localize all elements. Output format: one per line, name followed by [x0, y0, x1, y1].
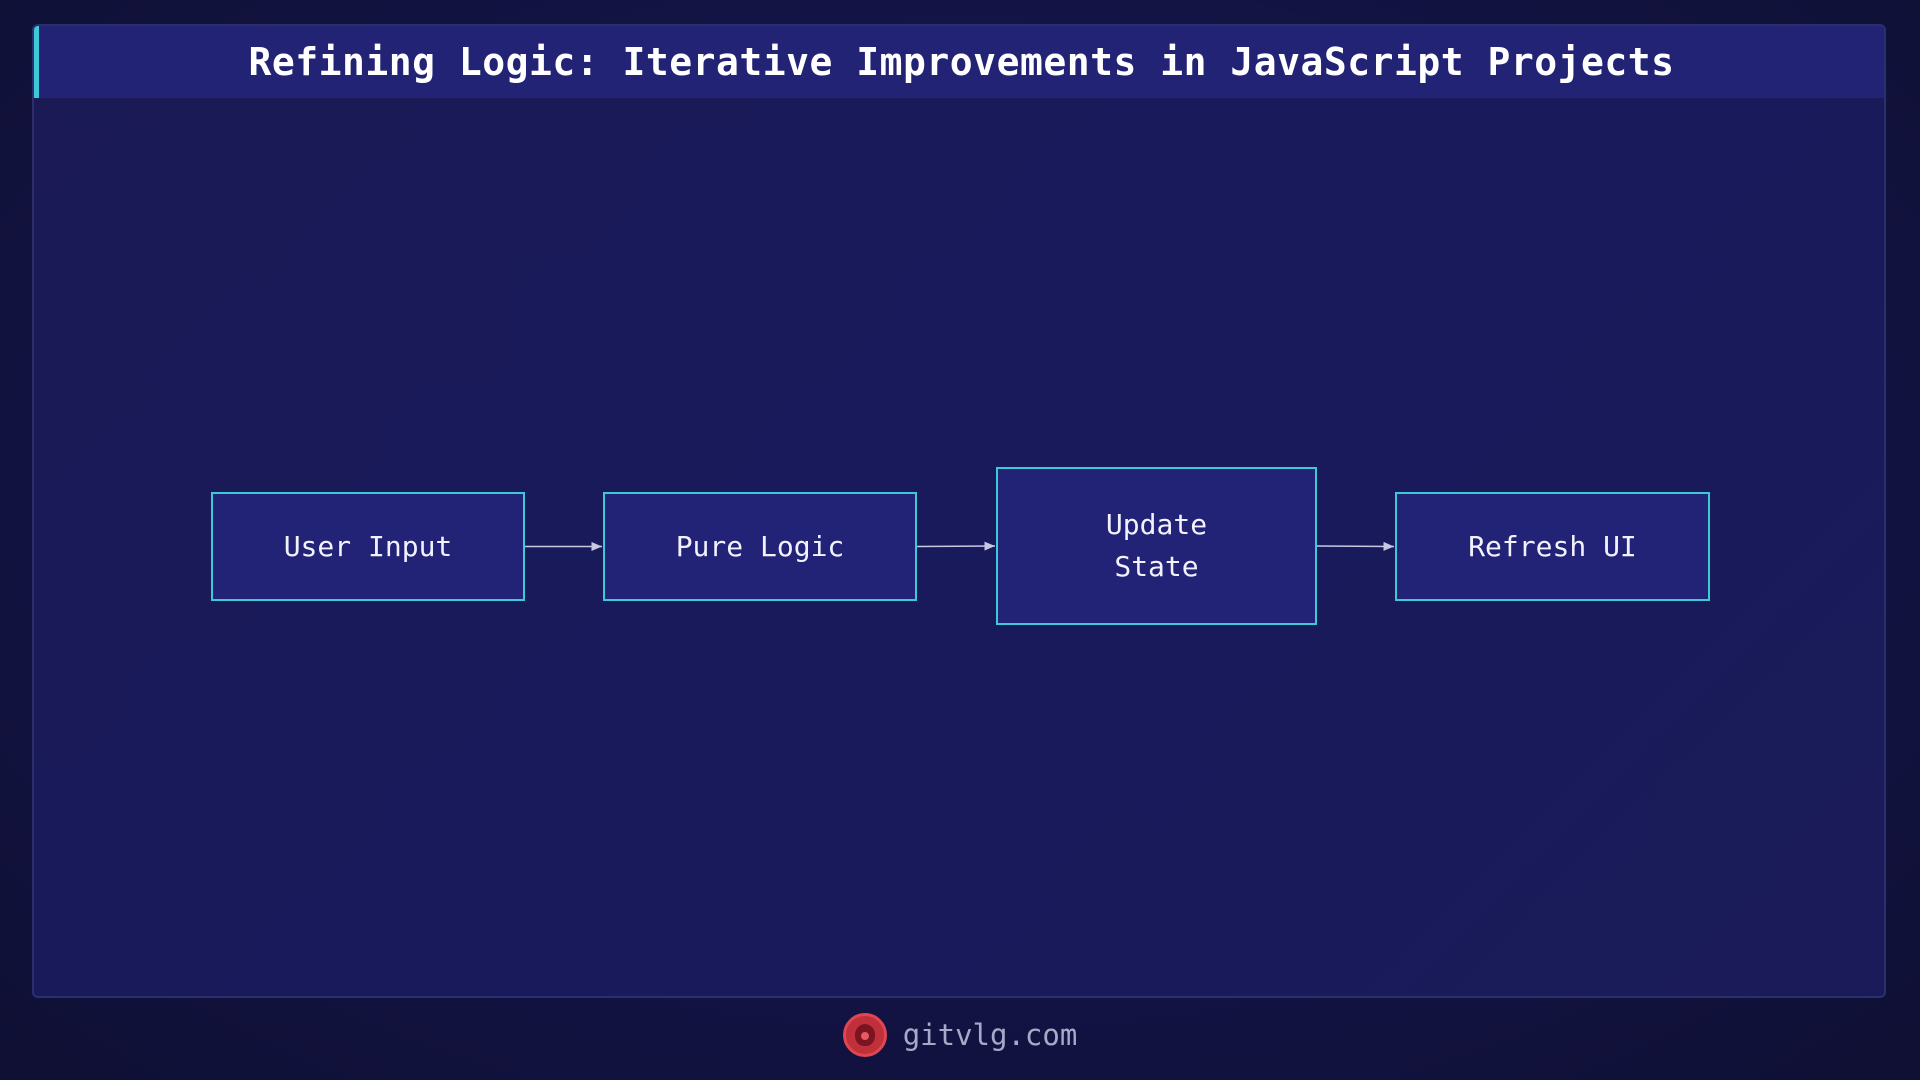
footer-site[interactable]: gitvlg.com: [903, 1018, 1078, 1052]
slide-title: Refining Logic: Iterative Improvements i…: [248, 40, 1675, 84]
title-bar: Refining Logic: Iterative Improvements i…: [34, 26, 1884, 98]
node-pure-logic: Pure Logic: [603, 492, 917, 601]
node-label-line-1: Update: [1105, 508, 1208, 541]
node-update-state: Update State: [996, 467, 1317, 625]
node-user-input: User Input: [211, 492, 525, 601]
node-label: Refresh UI: [1468, 529, 1637, 563]
node-refresh-ui: Refresh UI: [1395, 492, 1710, 601]
lion-logo-icon: [842, 1013, 887, 1057]
slide: Refining Logic: Iterative Improvements i…: [0, 0, 1920, 1080]
node-label-line-2: State: [1114, 550, 1199, 583]
footer: gitvlg.com: [0, 1010, 1920, 1060]
node-label: User Input: [283, 529, 453, 563]
node-label: Pure Logic: [675, 529, 845, 563]
